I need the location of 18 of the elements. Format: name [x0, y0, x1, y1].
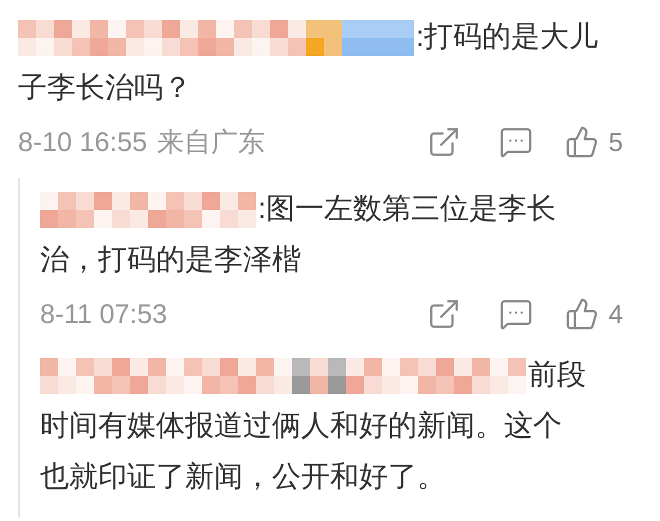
reply-text: 时间有媒体报道过俩人和好的新闻。这个 — [40, 409, 562, 444]
reply-button[interactable] — [498, 125, 533, 159]
comment-time: 8-10 16:55 — [18, 126, 148, 159]
like-icon — [564, 125, 599, 159]
comment-location: 来自广东 — [157, 126, 266, 159]
reply-text: 也就印证了新闻，公开和好了。 — [40, 460, 446, 495]
like-button[interactable]: 4 — [564, 294, 623, 334]
reply-text: 前段 — [528, 358, 586, 393]
comment-time: 8-11 07:53 — [40, 298, 168, 331]
reply-text: :图一左数第三位是李长 — [258, 192, 556, 227]
comment-text: 子李长治吗？ — [18, 71, 192, 106]
like-button[interactable]: 5 — [564, 122, 623, 162]
comment-icon — [498, 297, 533, 331]
reply-button[interactable] — [498, 297, 533, 331]
reply-text: 治，打码的是李泽楷 — [40, 243, 301, 278]
like-icon — [564, 297, 599, 331]
comment-icon — [498, 125, 533, 159]
comment-text: :打码的是大儿 — [416, 20, 598, 55]
